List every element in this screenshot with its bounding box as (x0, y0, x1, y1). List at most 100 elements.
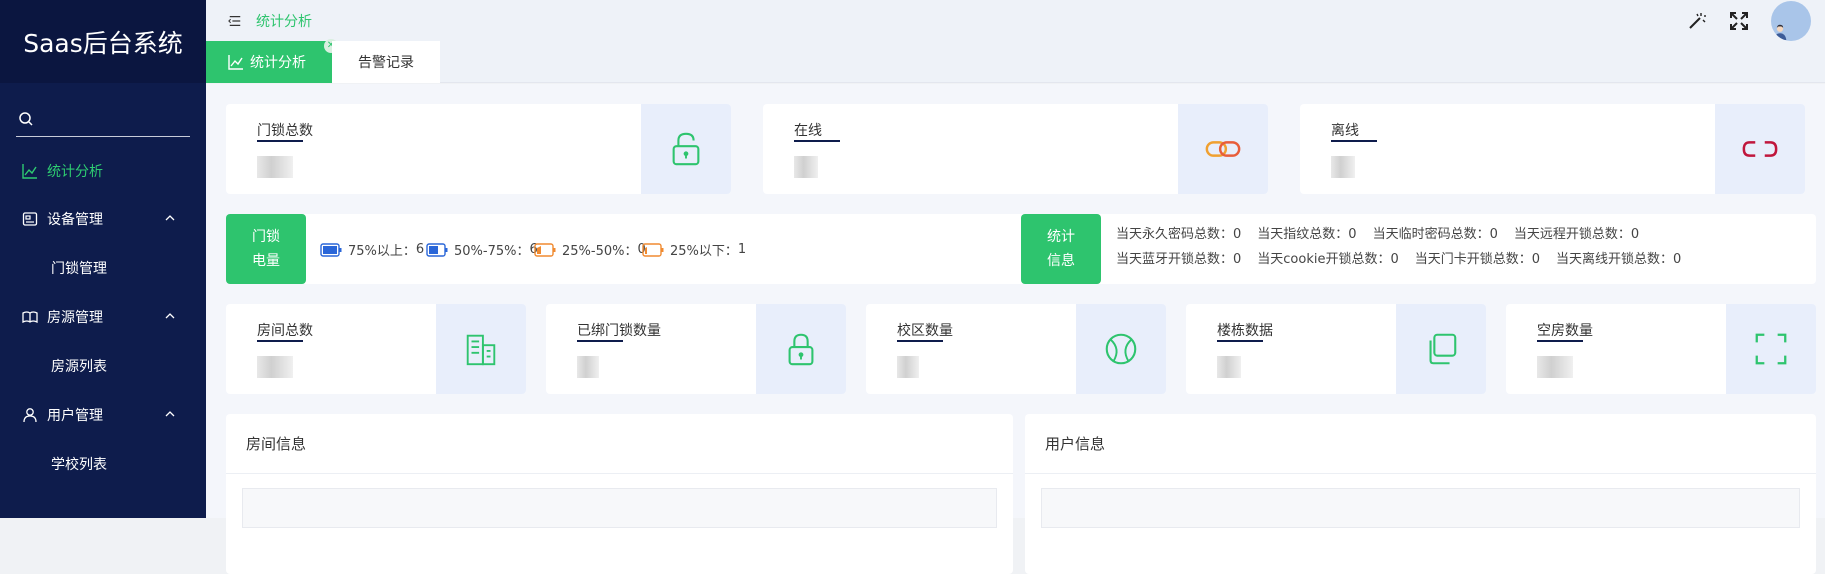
panel-title: 用户信息 (1025, 414, 1816, 474)
avatar[interactable] (1771, 1, 1811, 41)
battery-badge: 门锁 电量 (226, 214, 306, 284)
battery-label: 75%以上： (348, 240, 416, 259)
icon-box (1076, 304, 1166, 394)
stat-label: 离线 (1331, 120, 1359, 140)
lock-icon (782, 330, 820, 368)
daily-stats: 当天永久密码总数：0 当天指纹总数：0 当天临时密码总数：0 当天远程开锁总数：0 当… (1116, 222, 1697, 272)
stat-label: 已绑门锁数量 (577, 320, 661, 340)
label-underline (794, 140, 840, 142)
stat-value-blurred (794, 156, 818, 178)
magic-wand-icon[interactable] (1687, 11, 1707, 31)
tab-label: 告警记录 (358, 52, 414, 72)
main-content: 门锁总数 在线 离线 门锁 电量 75%以上：6 5 (206, 84, 1825, 518)
stat-item: 当天指纹总数：0 (1257, 227, 1356, 242)
tab-bar: 统计分析 ✕ 告警记录 (206, 41, 1825, 83)
menu-toggle-icon[interactable] (228, 14, 242, 28)
user-icon (22, 407, 38, 423)
battery-stats-band: 门锁 电量 75%以上：6 50%-75%：6 25%-50%：0 25%以下：… (226, 214, 1816, 284)
stat-label: 校区数量 (897, 320, 953, 340)
sidebar-item-label: 房源管理 (47, 307, 103, 327)
breadcrumb: 统计分析 (256, 11, 312, 31)
icon-box (1178, 104, 1268, 194)
panel-title: 房间信息 (226, 414, 1013, 474)
label-underline (257, 340, 303, 342)
stats-row: 当天永久密码总数：0 当天指纹总数：0 当天临时密码总数：0 当天远程开锁总数：0 (1116, 222, 1697, 247)
fullscreen-icon[interactable] (1729, 11, 1749, 31)
panel-content (1041, 488, 1800, 528)
stat-card-offline: 离线 (1300, 104, 1805, 194)
user-avatar-icon (1771, 21, 1789, 41)
stat-label: 空房数量 (1537, 320, 1593, 340)
badge-line: 门锁 (252, 225, 280, 249)
device-icon (22, 211, 38, 227)
label-underline (257, 140, 303, 142)
icon-box (641, 104, 731, 194)
sidebar: Saas后台系统 统计分析 设备管理 门锁管理 房源管理 房源列表 用户管理 学… (0, 0, 206, 518)
battery-count: 6 (416, 242, 424, 257)
stat-card-online: 在线 (763, 104, 1268, 194)
stat-item: 当天永久密码总数：0 (1116, 227, 1241, 242)
label-underline (1331, 140, 1377, 142)
battery-level-mid-low: 25%-50%：0 (534, 240, 646, 259)
room-info-panel: 房间信息 (226, 414, 1013, 574)
search-input[interactable] (42, 111, 182, 126)
stats-row: 当天蓝牙开锁总数：0当天cookie开锁总数：0当天门卡开锁总数：0当天离线开锁… (1116, 247, 1697, 272)
battery-label: 25%以下： (670, 240, 738, 259)
icon-box (756, 304, 846, 394)
sidebar-subitem-locks[interactable]: 门锁管理 (0, 243, 206, 293)
icon-box (1396, 304, 1486, 394)
battery-label: 25%-50%： (562, 240, 637, 259)
tab-label: 统计分析 (250, 52, 306, 72)
stat-card-buildings: 楼栋数据 (1186, 304, 1486, 394)
stats-badge: 统计 信息 (1021, 214, 1101, 284)
stat-value-blurred (1217, 356, 1241, 378)
stat-item: 当天临时密码总数：0 (1373, 227, 1498, 242)
stat-card-bound-locks: 已绑门锁数量 (546, 304, 846, 394)
building-icon (462, 330, 500, 368)
label-underline (1217, 340, 1263, 342)
book-icon (22, 309, 38, 325)
battery-level-high: 75%以上：6 (320, 240, 424, 259)
stat-card-campuses: 校区数量 (866, 304, 1166, 394)
sidebar-subitem-housing-list[interactable]: 房源列表 (0, 341, 206, 391)
search-icon (18, 111, 34, 127)
sidebar-search[interactable] (16, 101, 190, 137)
icon-box (1726, 304, 1816, 394)
sidebar-item-devices[interactable]: 设备管理 (0, 195, 206, 243)
label-underline (577, 340, 623, 342)
battery-level-mid-high: 50%-75%：6 (426, 240, 538, 259)
sidebar-item-label: 设备管理 (47, 209, 103, 229)
chevron-up-icon (165, 311, 175, 321)
sidebar-subitem-schools[interactable]: 学校列表 (0, 439, 206, 489)
sidebar-item-stats[interactable]: 统计分析 (0, 147, 206, 195)
tab-stats[interactable]: 统计分析 ✕ (206, 41, 332, 83)
stat-label: 门锁总数 (257, 120, 313, 140)
sidebar-item-users[interactable]: 用户管理 (0, 391, 206, 439)
line-chart-icon (22, 163, 38, 179)
tab-alarms[interactable]: 告警记录 (332, 41, 440, 83)
label-underline (897, 340, 943, 342)
badge-line: 统计 (1047, 225, 1075, 249)
sidebar-item-label: 统计分析 (47, 161, 103, 181)
label-underline (1537, 340, 1583, 342)
user-info-panel: 用户信息 (1025, 414, 1816, 574)
stat-item: 当天离线开锁总数：0 (1556, 252, 1681, 267)
battery-low-icon (642, 243, 664, 257)
stat-value-blurred (1331, 156, 1355, 178)
icon-box (436, 304, 526, 394)
battery-three-quarter-icon (426, 243, 448, 257)
battery-level-low: 25%以下：1 (642, 240, 746, 259)
badge-line: 信息 (1047, 249, 1075, 273)
link-icon (1204, 130, 1242, 168)
copy-icon (1422, 330, 1460, 368)
panel-content (242, 488, 997, 528)
stat-label: 房间总数 (257, 320, 313, 340)
stat-value-blurred (1537, 356, 1573, 378)
sidebar-item-label: 用户管理 (47, 405, 103, 425)
stat-item: 当天远程开锁总数：0 (1514, 227, 1639, 242)
stat-card-lock-total: 门锁总数 (226, 104, 731, 194)
stat-value-blurred (257, 356, 293, 378)
lock-icon (667, 130, 705, 168)
ball-icon (1102, 330, 1140, 368)
sidebar-item-housing[interactable]: 房源管理 (0, 293, 206, 341)
